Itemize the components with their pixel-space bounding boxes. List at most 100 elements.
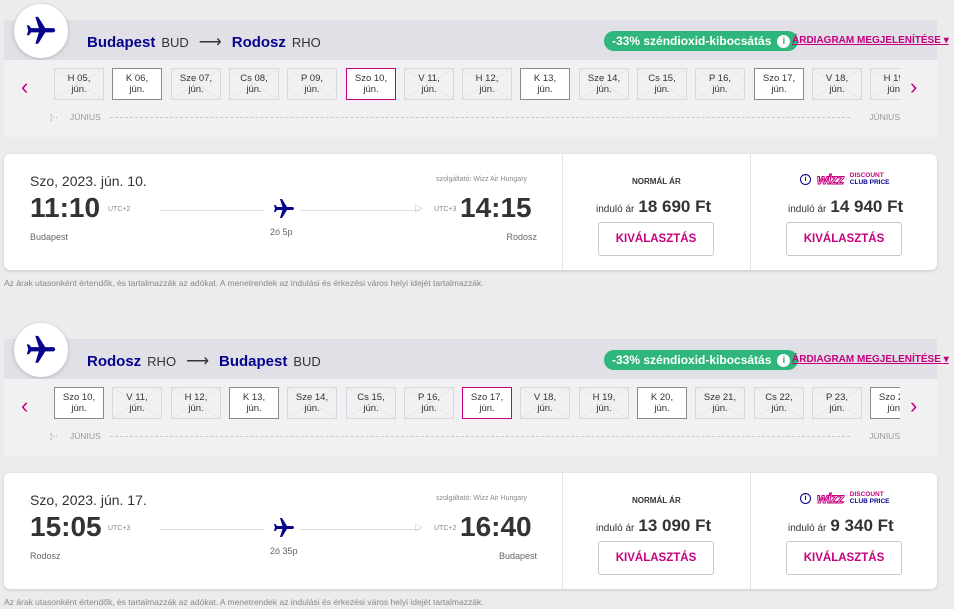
- chevron-right-icon[interactable]: ›: [910, 74, 917, 100]
- date-day: Sze 07,: [179, 73, 213, 84]
- select-normal-button[interactable]: KIVÁLASZTÁS: [598, 222, 714, 256]
- select-wdc-button[interactable]: KIVÁLASZTÁS: [786, 222, 902, 256]
- price-from-label: induló ár: [788, 523, 827, 534]
- date-option[interactable]: P 09, jún.: [287, 68, 337, 100]
- wdc-price: induló ár 9 340 Ft: [788, 516, 894, 536]
- chevron-left-icon[interactable]: ‹: [21, 74, 28, 100]
- date-option[interactable]: Sze 14, jún.: [287, 387, 337, 419]
- fare-chart-link[interactable]: ÁRDIAGRAM MEGJELENÍTÉSE ▾: [792, 35, 949, 46]
- price-from-label: induló ár: [596, 523, 635, 534]
- date-day: K 06,: [125, 73, 149, 84]
- month-label-left: JÚNIUS: [70, 112, 101, 122]
- date-day: V 18,: [825, 73, 849, 84]
- date-option[interactable]: Cs 15, jún.: [637, 68, 687, 100]
- date-option[interactable]: Szo 17, jún.: [754, 68, 804, 100]
- normal-price-amount: 13 090 Ft: [638, 516, 712, 535]
- co2-text: -33% széndioxid-kibocsátás: [612, 34, 772, 48]
- date-month: jún.: [421, 403, 437, 414]
- date-day: V 18,: [533, 392, 557, 403]
- date-day: Sze 21,: [703, 392, 737, 403]
- date-option[interactable]: V 11, jún.: [404, 68, 454, 100]
- date-option[interactable]: V 18, jún.: [520, 387, 570, 419]
- date-option[interactable]: V 11, jún.: [112, 387, 162, 419]
- date-month: jún.: [887, 403, 900, 414]
- date-day: Cs 22,: [765, 392, 793, 403]
- date-option[interactable]: H 12, jún.: [171, 387, 221, 419]
- date-option[interactable]: K 20, jún.: [637, 387, 687, 419]
- date-option[interactable]: Szo 10, jún.: [346, 68, 396, 100]
- date-option[interactable]: Sze 14, jún.: [579, 68, 629, 100]
- date-option[interactable]: H 12, jún.: [462, 68, 512, 100]
- date-month: jún.: [129, 403, 145, 414]
- route-bar: Budapest BUD ⟶ Rodosz RHO -33% széndioxi…: [4, 20, 949, 60]
- normal-price: induló ár 18 690 Ft: [596, 197, 711, 217]
- date-option[interactable]: Sze 07, jún.: [171, 68, 221, 100]
- chevron-down-icon: ▾: [943, 354, 949, 365]
- fare-chart-label: ÁRDIAGRAM MEGJELENÍTÉSE: [792, 35, 941, 46]
- date-option[interactable]: K 06, jún.: [112, 68, 162, 100]
- departure-city: Rodosz: [30, 551, 61, 561]
- arrow-right-icon: ▷: [415, 522, 423, 533]
- plane-icon: [14, 323, 68, 377]
- date-month: jún.: [771, 403, 787, 414]
- date-option[interactable]: Cs 22, jún.: [754, 387, 804, 419]
- date-option[interactable]: H 19, jún.: [579, 387, 629, 419]
- fare-chart-link[interactable]: ÁRDIAGRAM MEGJELENÍTÉSE ▾: [792, 354, 949, 365]
- date-option[interactable]: Szo 10, jún.: [54, 387, 104, 419]
- month-label-left: JÚNIUS: [70, 431, 101, 441]
- timeline-line: [160, 529, 264, 530]
- date-day: Sze 14,: [587, 73, 621, 84]
- plane-icon: [14, 4, 68, 58]
- arrival-time: 16:40: [460, 511, 532, 542]
- route-bar: Rodosz RHO ⟶ Budapest BUD -33% széndioxi…: [4, 339, 949, 379]
- date-option[interactable]: P 23, jún.: [812, 387, 862, 419]
- date-option[interactable]: Szo 24, jún.: [870, 387, 900, 419]
- date-day: H 12,: [475, 73, 499, 84]
- date-option[interactable]: H 19, jún.: [870, 68, 900, 100]
- date-month: jún.: [654, 403, 670, 414]
- chevron-left-icon[interactable]: ‹: [21, 393, 28, 419]
- date-option[interactable]: V 18, jún.: [812, 68, 862, 100]
- disclaimer: Az árak utasonként értendők, és tartalma…: [4, 597, 484, 607]
- wizz-logo: wizz: [817, 171, 845, 188]
- chevron-right-icon[interactable]: ›: [910, 393, 917, 419]
- co2-badge[interactable]: -33% széndioxid-kibocsátás i: [604, 31, 799, 51]
- origin-city: Rodosz: [87, 352, 142, 370]
- date-option[interactable]: Cs 08, jún.: [229, 68, 279, 100]
- discount-club-label: DISCOUNT CLUB PRICE: [849, 491, 890, 505]
- airplane-icon: [272, 516, 296, 545]
- destination-code: BUD: [293, 353, 321, 369]
- date-month: jún.: [771, 84, 787, 95]
- date-option[interactable]: P 16, jún.: [404, 387, 454, 419]
- select-wdc-button[interactable]: KIVÁLASZTÁS: [786, 541, 902, 575]
- date-month: jún.: [596, 84, 612, 95]
- date-day: Szo 17,: [470, 392, 504, 403]
- normal-price: induló ár 13 090 Ft: [596, 516, 711, 536]
- date-month: jún.: [304, 84, 320, 95]
- date-day: K 20,: [650, 392, 674, 403]
- arrival-time: 14:15: [460, 192, 532, 223]
- select-normal-button[interactable]: KIVÁLASZTÁS: [598, 541, 714, 575]
- date-day: H 05,: [67, 73, 91, 84]
- date-option[interactable]: Szo 17, jún.: [462, 387, 512, 419]
- date-option[interactable]: Cs 15, jún.: [346, 387, 396, 419]
- date-day: H 19,: [883, 73, 900, 84]
- info-icon[interactable]: i: [800, 492, 811, 504]
- date-option[interactable]: H 05, jún.: [54, 68, 104, 100]
- info-icon[interactable]: i: [800, 173, 811, 185]
- wizz-logo: wizz: [817, 490, 845, 507]
- normal-price-column: NORMÁL ÁR induló ár 13 090 Ft KIVÁLASZTÁ…: [562, 473, 750, 589]
- date-month: jún.: [421, 84, 437, 95]
- wdc-price-column: i wizz DISCOUNT CLUB PRICE induló ár 14 9…: [750, 154, 937, 270]
- date-month: jún.: [71, 84, 87, 95]
- date-option[interactable]: K 13, jún.: [229, 387, 279, 419]
- co2-badge[interactable]: -33% széndioxid-kibocsátás i: [604, 350, 799, 370]
- date-day: P 16,: [417, 392, 440, 403]
- info-icon: i: [777, 353, 791, 367]
- date-month: jún.: [363, 403, 379, 414]
- date-option[interactable]: P 16, jún.: [695, 68, 745, 100]
- date-option[interactable]: K 13, jún.: [520, 68, 570, 100]
- date-day: V 11,: [126, 392, 148, 403]
- date-option[interactable]: Sze 21, jún.: [695, 387, 745, 419]
- origin-city: Budapest: [87, 33, 156, 51]
